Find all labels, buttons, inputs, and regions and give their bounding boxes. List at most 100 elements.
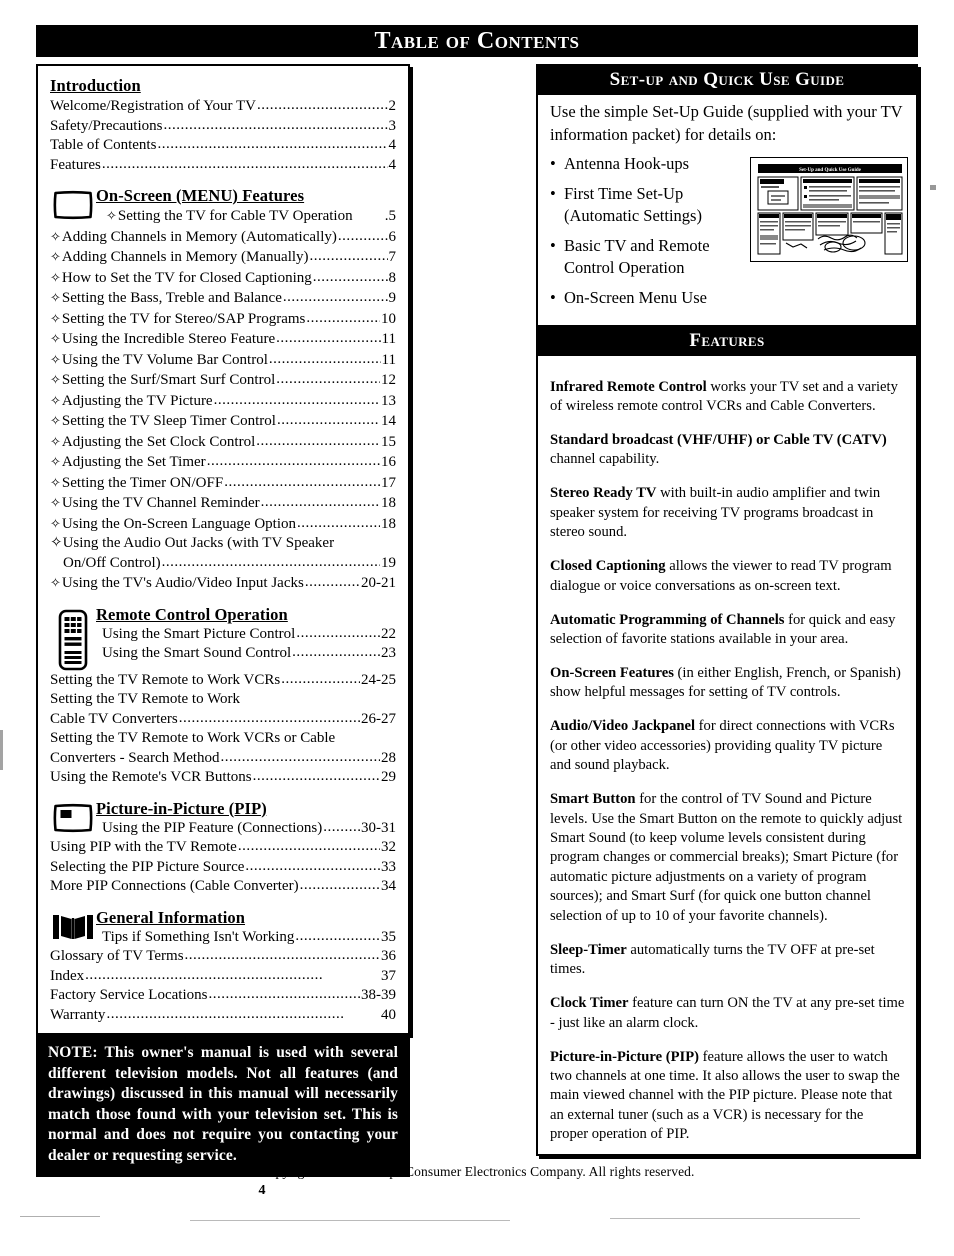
leader-dots: ........................................…: [106, 1005, 345, 1022]
toc-entry[interactable]: Selecting the PIP Picture Source .......…: [50, 858, 396, 878]
feature-item: Automatic Programming of Channels for qu…: [550, 611, 905, 650]
toc-entry-page: 40: [381, 1006, 396, 1023]
toc-entry-wrapped[interactable]: Setting the TV Remote to Work VCRs or Ca…: [50, 729, 396, 749]
leader-dots: ........................................…: [101, 155, 388, 172]
toc-entry[interactable]: Factory Service Locations ..............…: [50, 986, 396, 1006]
toc-entry[interactable]: ✧ Setting the Surf/Smart Surf Control ..…: [50, 370, 396, 391]
diamond-bullet-icon: ✧: [106, 208, 117, 223]
toc-entry[interactable]: Setting the TV Remote to Work VCRs .....…: [50, 671, 396, 691]
toc-entry-label: Setting the TV Remote to Work: [50, 691, 241, 707]
toc-entry[interactable]: ✧ Adjusting the Set Timer ..............…: [50, 452, 396, 473]
leader-dots: ........................................…: [306, 309, 380, 326]
diamond-bullet-icon: ✧: [50, 310, 61, 326]
toc-group-heading-general: General Information: [96, 907, 246, 927]
toc-group-pip: Picture-in-Picture (PIP) Using the PIP F…: [50, 799, 396, 839]
diamond-bullet-icon: ✧: [50, 392, 61, 408]
bullet-dot-icon: •: [550, 287, 556, 307]
toc-entry[interactable]: ✧ Setting the TV for Stereo/SAP Programs…: [50, 309, 396, 330]
leader-dots: ........................................…: [237, 838, 380, 854]
leader-dots: ........................................…: [85, 966, 324, 983]
toc-entry-continuation[interactable]: On/Off Control) ........................…: [50, 554, 396, 574]
leader-dots: ........................................…: [337, 227, 388, 244]
toc-entry-label: Using the TV Channel Reminder: [61, 495, 260, 511]
toc-entry[interactable]: Using the PIP Feature (Connections) ....…: [96, 819, 396, 839]
toc-entry-label: Safety/Precautions: [50, 117, 163, 134]
toc-entry[interactable]: ✧ Adjusting the TV Picture .............…: [50, 391, 396, 412]
leader-dots: ........................................…: [304, 574, 360, 590]
feature-item: Smart Button for the control of TV Sound…: [550, 790, 905, 926]
toc-entry[interactable]: ✧ Using the Incredible Stereo Feature ..…: [50, 329, 396, 350]
toc-entry[interactable]: Features ...............................…: [50, 156, 396, 176]
toc-entry[interactable]: ✧ Setting the TV Sleep Timer Control ...…: [50, 411, 396, 432]
toc-entry-label: Using the Incredible Stereo Feature: [61, 331, 276, 347]
toc-entry[interactable]: Tips if Something Isn't Working ........…: [96, 928, 396, 948]
toc-entry-label: How to Set the TV for Closed Captioning: [61, 269, 312, 286]
toc-entry-continuation[interactable]: Cable TV Converters ....................…: [50, 710, 396, 730]
feature-item: Closed Captioning allows the viewer to r…: [550, 557, 905, 596]
toc-entry-label: Adding Channels in Memory (Manually): [61, 249, 309, 265]
toc-entry[interactable]: Safety/Precautions .....................…: [50, 117, 396, 137]
toc-entry-label: Table of Contents: [50, 137, 157, 153]
toc-entry-page: 12: [381, 372, 396, 388]
leader-dots: ........................................…: [208, 986, 360, 1002]
toc-entry[interactable]: Using the Smart Sound Control ..........…: [96, 644, 396, 664]
toc-entry[interactable]: ✧ Setting the Timer ON/OFF .............…: [50, 473, 396, 494]
toc-section-introduction-heading: Introduction: [50, 76, 141, 95]
toc-entry-label: Using the TV Volume Bar Control: [61, 351, 268, 368]
toc-entry[interactable]: ✧ Adding Channels in Memory (Automatical…: [50, 227, 396, 248]
toc-entry[interactable]: More PIP Connections (Cable Converter) .…: [50, 877, 396, 897]
diamond-bullet-icon: ✧: [50, 269, 61, 285]
toc-entry[interactable]: ✧ Using the TV's Audio/Video Input Jacks…: [50, 573, 396, 594]
toc-entry[interactable]: ✧ How to Set the TV for Closed Captionin…: [50, 268, 396, 289]
scan-artifact: [610, 1218, 860, 1219]
toc-entry[interactable]: Table of Contents ......................…: [50, 136, 396, 156]
toc-entry-label: Using the Smart Sound Control: [102, 645, 292, 661]
feature-item-text: for the control of TV Sound and Picture …: [550, 791, 903, 924]
setup-guide-heading: Set-up and Quick Use Guide: [538, 66, 916, 95]
toc-entry-wrapped[interactable]: ✧Using the Audio Out Jacks (with TV Spea…: [50, 534, 396, 554]
toc-entry-page: 32: [381, 839, 396, 855]
toc-entry-page: 4: [388, 137, 397, 153]
toc-entry[interactable]: ✧ Adding Channels in Memory (Manually) .…: [50, 247, 396, 268]
feature-item-text: channel capability.: [550, 451, 660, 468]
leader-dots: ........................................…: [309, 248, 388, 264]
note-box: NOTE: This owner's manual is used with s…: [36, 1034, 410, 1177]
thumbnail-caption: Set-Up and Quick Use Guide: [799, 168, 861, 173]
feature-item-title: Sleep-Timer: [550, 941, 627, 958]
toc-entry[interactable]: Glossary of TV Terms ...................…: [50, 947, 396, 967]
toc-pip-items: Using PIP with the TV Remote ...........…: [50, 838, 396, 897]
toc-entry-page: 4: [388, 156, 397, 173]
toc-entry-label: Setting the TV for Cable TV Operation: [117, 208, 353, 224]
toc-entry-wrapped[interactable]: Setting the TV Remote to Work: [50, 690, 396, 710]
toc-entry-label: Setting the Bass, Treble and Balance: [61, 290, 282, 306]
toc-entry[interactable]: Using the Remote's VCR Buttons .........…: [50, 768, 396, 788]
copyright-line: Copyright © 1997 Philips Consumer Electr…: [259, 1164, 695, 1179]
right-column: Set-up and Quick Use Guide Use the simpl…: [536, 64, 918, 328]
toc-entry[interactable]: Using PIP with the TV Remote ...........…: [50, 838, 396, 858]
toc-entry[interactable]: ✧ Adjusting the Set Clock Control ......…: [50, 432, 396, 453]
leader-dots: ........................................…: [268, 350, 381, 367]
toc-entry[interactable]: ✧ Using the On-Screen Language Option ..…: [50, 514, 396, 535]
toc-entry[interactable]: ✧ Using the TV Channel Reminder ........…: [50, 493, 396, 514]
toc-entry-continuation[interactable]: Converters - Search Method .............…: [50, 749, 396, 769]
toc-entry-label: Using the On-Screen Language Option: [61, 515, 297, 532]
toc-entry-page: 30-31: [361, 819, 396, 836]
toc-entry-page: 14: [381, 413, 396, 429]
feature-item: Infrared Remote Control works your TV se…: [550, 378, 905, 417]
toc-entry-page: 38-39: [361, 987, 396, 1003]
toc-entry[interactable]: Welcome/Registration of Your TV ........…: [50, 97, 396, 117]
toc-entry[interactable]: Index ..................................…: [50, 967, 396, 987]
toc-entry[interactable]: Warranty ...............................…: [50, 1006, 396, 1026]
diamond-bullet-icon: ✧: [50, 433, 61, 449]
toc-entry[interactable]: ✧ Using the TV Volume Bar Control ......…: [50, 350, 396, 371]
toc-entry[interactable]: ✧ Setting the TV for Cable TV Operation …: [96, 206, 396, 227]
toc-entry-page: 37: [381, 967, 396, 984]
toc-entry[interactable]: ✧ Setting the Bass, Treble and Balance .…: [50, 288, 396, 309]
feature-item-title: Infrared Remote Control: [550, 378, 707, 395]
feature-item-title: Clock Timer: [550, 995, 629, 1012]
toc-entry-label: Adding Channels in Memory (Automatically…: [61, 228, 337, 245]
toc-entry[interactable]: Using the Smart Picture Control ........…: [96, 625, 396, 645]
setup-guide-box: Set-up and Quick Use Guide Use the simpl…: [536, 64, 918, 328]
tv-screen-icon-svg: [53, 190, 93, 220]
diamond-bullet-icon: ✧: [50, 575, 61, 590]
